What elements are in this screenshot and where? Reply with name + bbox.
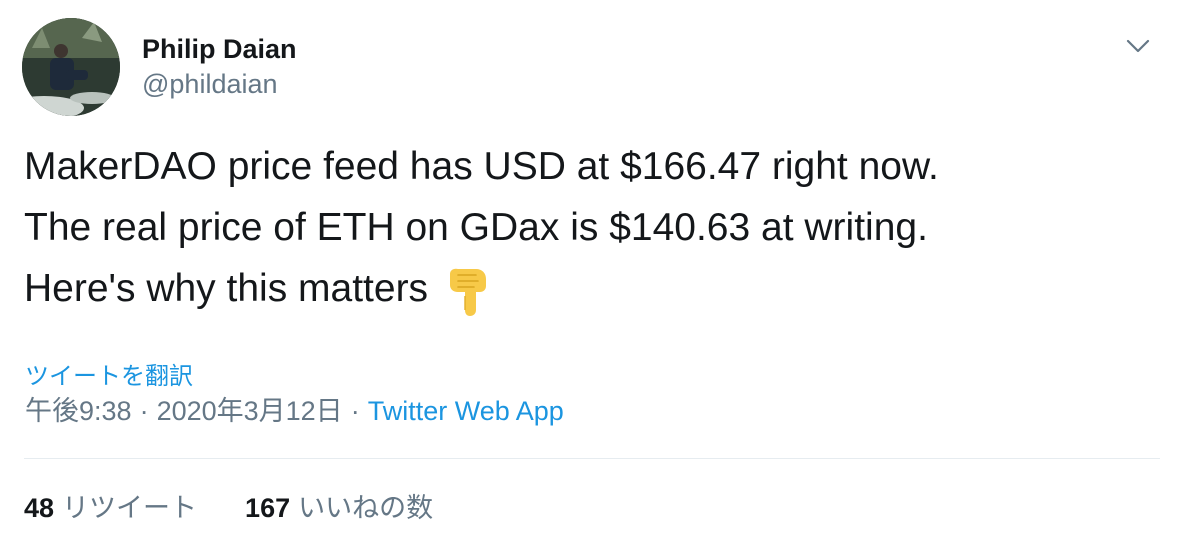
tweet-time[interactable]: 午後9:38 [25, 396, 132, 426]
tweet-meta: 午後9:38 · 2020年3月12日 · Twitter Web App [25, 393, 564, 429]
divider [24, 458, 1160, 459]
likes-stat[interactable]: 167 いいねの数 [245, 490, 433, 526]
translate-tweet-link[interactable]: ツイートを翻訳 [25, 356, 193, 391]
source-app-link[interactable]: Twitter Web App [368, 396, 564, 426]
avatar[interactable] [22, 18, 120, 116]
likes-label: いいねの数 [298, 493, 434, 523]
tweet-stats: 48 リツイート 167 いいねの数 [24, 490, 481, 526]
tweet-line: MakerDAO price feed has USD at $166.47 r… [24, 145, 939, 188]
chevron-down-icon[interactable] [1122, 30, 1154, 62]
tweet-line: Here's why this matters [24, 267, 429, 310]
meta-separator: · [139, 396, 149, 426]
retweets-stat[interactable]: 48 リツイート [24, 490, 197, 526]
tweet-line: The real price of ETH on GDax is $140.63… [24, 206, 928, 249]
tweet-text: MakerDAO price feed has USD at $166.47 r… [24, 136, 1164, 319]
tweet-card: Philip Daian @phildaian MakerDAO price f… [0, 0, 1182, 556]
likes-count: 167 [245, 493, 291, 523]
backhand-index-pointing-down-icon [446, 266, 490, 316]
tweet-date[interactable]: 2020年3月12日 [157, 396, 343, 426]
retweets-count: 48 [24, 493, 55, 523]
display-name[interactable]: Philip Daian [142, 32, 297, 66]
meta-separator: · [350, 396, 360, 426]
user-names: Philip Daian @phildaian [142, 32, 297, 102]
tweet-line-with-emoji: Here's why this matters [24, 258, 1164, 319]
tweet-header: Philip Daian @phildaian [22, 18, 297, 116]
user-handle[interactable]: @phildaian [142, 66, 297, 102]
retweets-label: リツイート [62, 493, 198, 523]
